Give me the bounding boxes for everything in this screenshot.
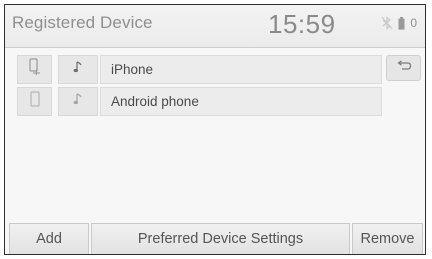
audio-connect-button[interactable] (58, 87, 98, 116)
remove-button[interactable]: Remove (352, 223, 423, 254)
phone-connect-button[interactable] (17, 55, 52, 84)
phone-connect-button[interactable] (17, 87, 52, 116)
device-row-iphone: iPhone (17, 55, 382, 84)
return-arrow-icon (396, 59, 412, 77)
page-title: Registered Device (12, 13, 153, 32)
battery-icon (398, 16, 405, 30)
audio-connect-button[interactable] (58, 55, 98, 84)
add-button[interactable]: Add (9, 223, 89, 254)
preferred-device-settings-button[interactable]: Preferred Device Settings (91, 223, 350, 254)
music-note-icon (73, 92, 83, 111)
status-area: 0 (381, 15, 417, 31)
bluetooth-off-icon (381, 16, 393, 30)
device-name-button[interactable]: Android phone (100, 87, 382, 116)
device-row-android: Android phone (17, 87, 382, 116)
screen: Registered Device 15:59 0 iPhone Android… (4, 4, 426, 255)
device-name-button[interactable]: iPhone (100, 55, 382, 84)
back-button[interactable] (386, 55, 421, 81)
signal-icon: 0 (410, 16, 417, 30)
clock: 15:59 (268, 9, 336, 39)
music-note-icon (73, 60, 83, 79)
phone-connected-icon (28, 58, 42, 81)
phone-icon (29, 90, 41, 113)
footer-bar: Add Preferred Device Settings Remove (5, 223, 425, 254)
header-bar: Registered Device 15:59 0 (5, 5, 425, 48)
